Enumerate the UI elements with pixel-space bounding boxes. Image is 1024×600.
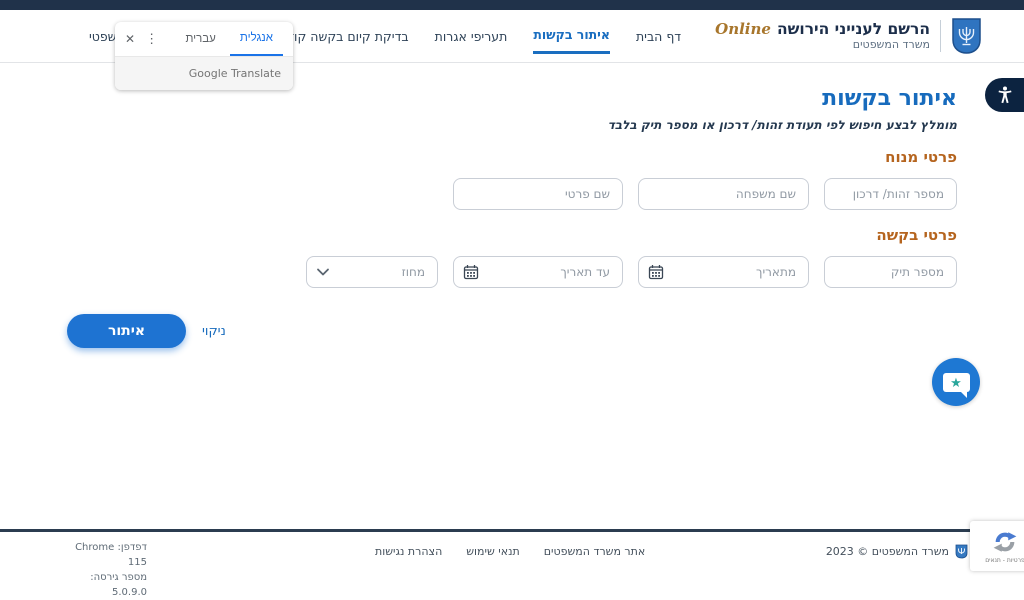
id-passport-input[interactable] [824, 178, 957, 210]
site-title-online: Online [715, 21, 771, 38]
search-button[interactable]: איתור [67, 314, 186, 348]
district-select[interactable]: מחוז [306, 256, 438, 288]
site-logo[interactable]: הרשם לענייני הירושה Online משרד המשפטים [715, 17, 982, 55]
recaptcha-label: פרטיות - תנאים [985, 557, 1024, 564]
footer-link-terms[interactable]: תנאי שימוש [466, 545, 519, 558]
accessibility-icon [995, 85, 1015, 105]
footer-link-accessibility-statement[interactable]: הצהרת נגישות [375, 545, 442, 558]
case-number-input[interactable] [824, 256, 957, 288]
page-subtitle: מומלץ לבצע חיפוש לפי תעודת זהות/ דרכון א… [67, 118, 957, 132]
section-title-deceased: פרטי מנוח [67, 148, 957, 166]
site-subtitle: משרד המשפטים [715, 39, 930, 52]
footer-links: אתר משרד המשפטים תנאי שימוש הצהרת נגישות [375, 545, 645, 558]
google-translate-popup: ✕ ⋮ עברית אנגלית Google Translate [115, 22, 293, 90]
close-icon[interactable]: ✕ [125, 32, 135, 46]
translate-tab-hebrew[interactable]: עברית [175, 22, 225, 56]
main-content: איתור בקשות מומלץ לבצע חיפוש לפי תעודת ז… [67, 80, 957, 348]
to-date-input[interactable] [453, 256, 623, 288]
site-title: הרשם לענייני הירושה [777, 21, 930, 39]
feedback-widget-button[interactable]: ★ [932, 358, 980, 406]
last-name-input[interactable] [638, 178, 809, 210]
logo-divider [940, 20, 941, 52]
nav-item-locate-requests[interactable]: איתור בקשות [533, 27, 610, 54]
first-name-input[interactable] [453, 178, 623, 210]
section-title-request: פרטי בקשה [67, 226, 957, 244]
site-footer: דפדפן: Chrome 115 מספר גירסה: 5.0.9.0 את… [0, 529, 1024, 576]
request-fields-row: מחוז [67, 256, 957, 288]
translate-tab-english[interactable]: אנגלית [230, 22, 283, 56]
accessibility-button[interactable] [985, 78, 1024, 112]
form-actions: ניקוי איתור [67, 314, 957, 348]
browser-info: דפדפן: Chrome 115 [55, 540, 147, 570]
speech-bubble-icon: ★ [943, 373, 970, 392]
footer-copyright: משרד המשפטים © 2023 [826, 544, 968, 559]
from-date-input[interactable] [638, 256, 809, 288]
kebab-menu-icon[interactable]: ⋮ [145, 31, 157, 47]
nav-item-home[interactable]: דף הבית [636, 29, 681, 53]
district-select-placeholder: מחוז [402, 265, 425, 279]
deceased-fields-row [67, 178, 957, 210]
recaptcha-icon [992, 529, 1018, 555]
copyright-text: משרד המשפטים © 2023 [826, 545, 949, 558]
version-number: מספר גירסה: 5.0.9.0 [55, 570, 147, 600]
ministry-emblem-icon [955, 544, 968, 559]
recaptcha-badge[interactable]: פרטיות - תנאים [970, 521, 1024, 571]
google-translate-brand: Google Translate [115, 56, 293, 90]
star-icon: ★ [950, 376, 962, 389]
clear-link[interactable]: ניקוי [202, 324, 226, 339]
translate-top-bar [0, 0, 1024, 10]
footer-link-ministry-site[interactable]: אתר משרד המשפטים [544, 545, 645, 558]
version-info: דפדפן: Chrome 115 מספר גירסה: 5.0.9.0 [55, 540, 147, 600]
israel-emblem-icon [951, 17, 982, 55]
nav-item-fee-rates[interactable]: תעריפי אגרות [435, 29, 508, 53]
